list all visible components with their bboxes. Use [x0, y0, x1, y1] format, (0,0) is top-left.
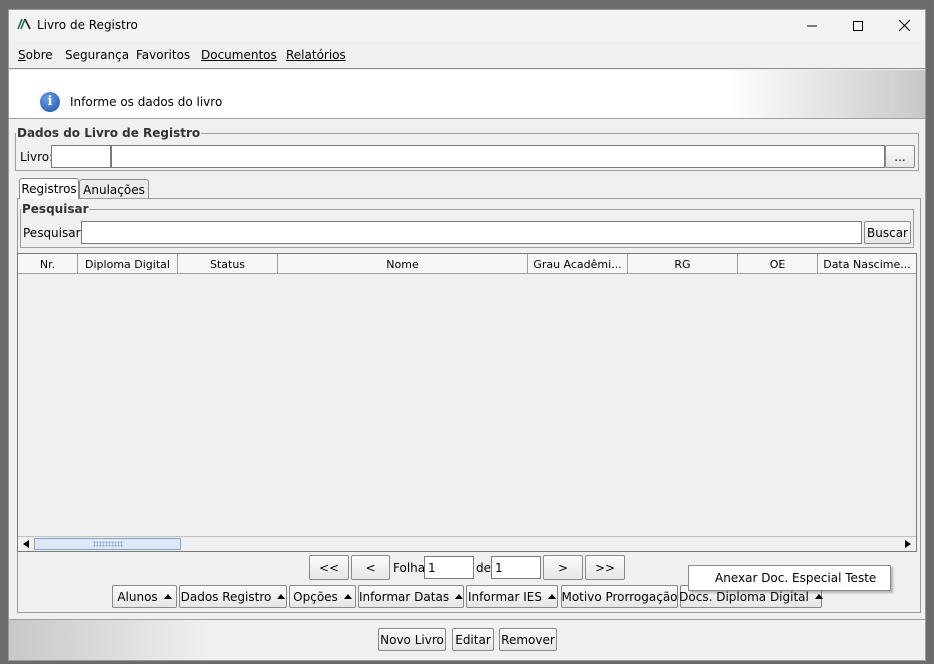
livro-name-input[interactable] [111, 145, 885, 168]
table-header: Nr. Diploma Digital Status Nome Grau Aca… [18, 254, 916, 274]
motivo-prorrogacao-button[interactable]: Motivo Prorrogação [561, 585, 678, 608]
scroll-left-button[interactable] [18, 537, 34, 551]
menu-relatorios[interactable]: Relatórios [286, 48, 346, 62]
maximize-button[interactable] [835, 10, 881, 41]
column-header-oe[interactable]: OE [738, 254, 818, 274]
menu-bar: Sobre Segurança Favoritos Documentos Rel… [9, 41, 925, 69]
close-icon [898, 20, 910, 31]
popup-menu-item-anexar[interactable]: Anexar Doc. Especial Teste [688, 565, 891, 591]
docs-diploma-digital-label: Docs. Diploma Digital [679, 589, 809, 604]
column-header-data-nascimento[interactable]: Data Nascime... [818, 254, 916, 274]
novo-livro-button[interactable]: Novo Livro [378, 628, 446, 651]
chevron-up-icon [455, 594, 464, 599]
informar-ies-button[interactable]: Informar IES [466, 585, 558, 608]
search-button[interactable]: Buscar [864, 221, 911, 244]
minimize-icon [807, 25, 817, 26]
first-page-button[interactable]: << [309, 555, 349, 580]
menu-documentos[interactable]: Documentos [201, 48, 277, 62]
info-icon: i [40, 92, 60, 112]
column-header-diploma-digital[interactable]: Diploma Digital [78, 254, 178, 274]
folha-label: Folha [393, 561, 426, 575]
tab-anulacoes[interactable]: Anulações [79, 179, 149, 199]
menu-favoritos[interactable]: Favoritos [136, 48, 190, 62]
footer-bar: Novo Livro Editar Remover [9, 619, 925, 660]
chevron-up-icon [163, 594, 172, 599]
de-label: de [476, 561, 491, 575]
column-header-grau-academico[interactable]: Grau Acadêmi... [528, 254, 628, 274]
chevron-up-icon [343, 594, 352, 599]
menu-sobre-rest: obre [25, 48, 53, 62]
scroll-left-icon [23, 540, 29, 548]
livro-label: Livro: [20, 150, 54, 164]
informar-datas-label: Informar Datas [358, 589, 450, 604]
menu-sobre[interactable]: Sobre [18, 48, 53, 62]
dados-registro-button[interactable]: Dados Registro [179, 585, 287, 608]
scroll-right-icon [905, 540, 911, 548]
scroll-right-button[interactable] [900, 537, 916, 551]
menu-sobre-mnemonic: S [18, 48, 26, 62]
scroll-thumb[interactable] [34, 538, 181, 550]
chevron-up-icon [547, 594, 556, 599]
alunos-label: Alunos [117, 589, 158, 604]
dados-registro-label: Dados Registro [180, 589, 272, 604]
opcoes-button[interactable]: Opções [289, 585, 356, 608]
livro-code-input[interactable] [51, 145, 111, 168]
horizontal-scrollbar[interactable] [18, 536, 916, 551]
folha-input[interactable] [424, 556, 474, 579]
alunos-button[interactable]: Alunos [112, 585, 177, 608]
opcoes-label: Opções [293, 589, 338, 604]
app-window: Livro de Registro Sobre Segurança Favori… [8, 9, 926, 661]
chevron-up-icon [814, 594, 823, 599]
column-header-nr[interactable]: Nr. [18, 254, 78, 274]
tab-registros[interactable]: Registros [19, 178, 79, 199]
remover-button[interactable]: Remover [499, 628, 557, 651]
app-logo-icon [17, 18, 31, 30]
last-page-button[interactable]: >> [585, 555, 625, 580]
registros-table[interactable]: Nr. Diploma Digital Status Nome Grau Aca… [17, 253, 917, 552]
search-label: Pesquisar: [23, 226, 85, 240]
title-bar: Livro de Registro [9, 10, 925, 41]
menu-seguranca[interactable]: Segurança [65, 48, 129, 62]
informar-ies-label: Informar IES [468, 589, 542, 604]
editar-button[interactable]: Editar [452, 628, 494, 651]
column-header-nome[interactable]: Nome [278, 254, 528, 274]
column-header-rg[interactable]: RG [628, 254, 738, 274]
maximize-icon [853, 20, 863, 31]
column-header-status[interactable]: Status [178, 254, 278, 274]
search-group-legend: Pesquisar [22, 202, 89, 216]
livro-browse-button[interactable]: ... [885, 145, 915, 168]
banner-message: Informe os dados do livro [70, 95, 223, 109]
chevron-up-icon [277, 594, 286, 599]
informar-datas-button[interactable]: Informar Datas [358, 585, 464, 608]
search-input[interactable] [81, 221, 862, 244]
minimize-button[interactable] [789, 10, 835, 41]
info-banner: i Informe os dados do livro [9, 70, 925, 119]
next-page-button[interactable]: > [543, 555, 583, 580]
livro-group-legend: Dados do Livro de Registro [17, 126, 201, 140]
close-button[interactable] [881, 10, 925, 41]
window-title: Livro de Registro [37, 18, 138, 32]
scroll-grip-icon [93, 541, 123, 547]
total-pages-input[interactable] [491, 556, 541, 579]
previous-page-button[interactable]: < [351, 555, 390, 580]
